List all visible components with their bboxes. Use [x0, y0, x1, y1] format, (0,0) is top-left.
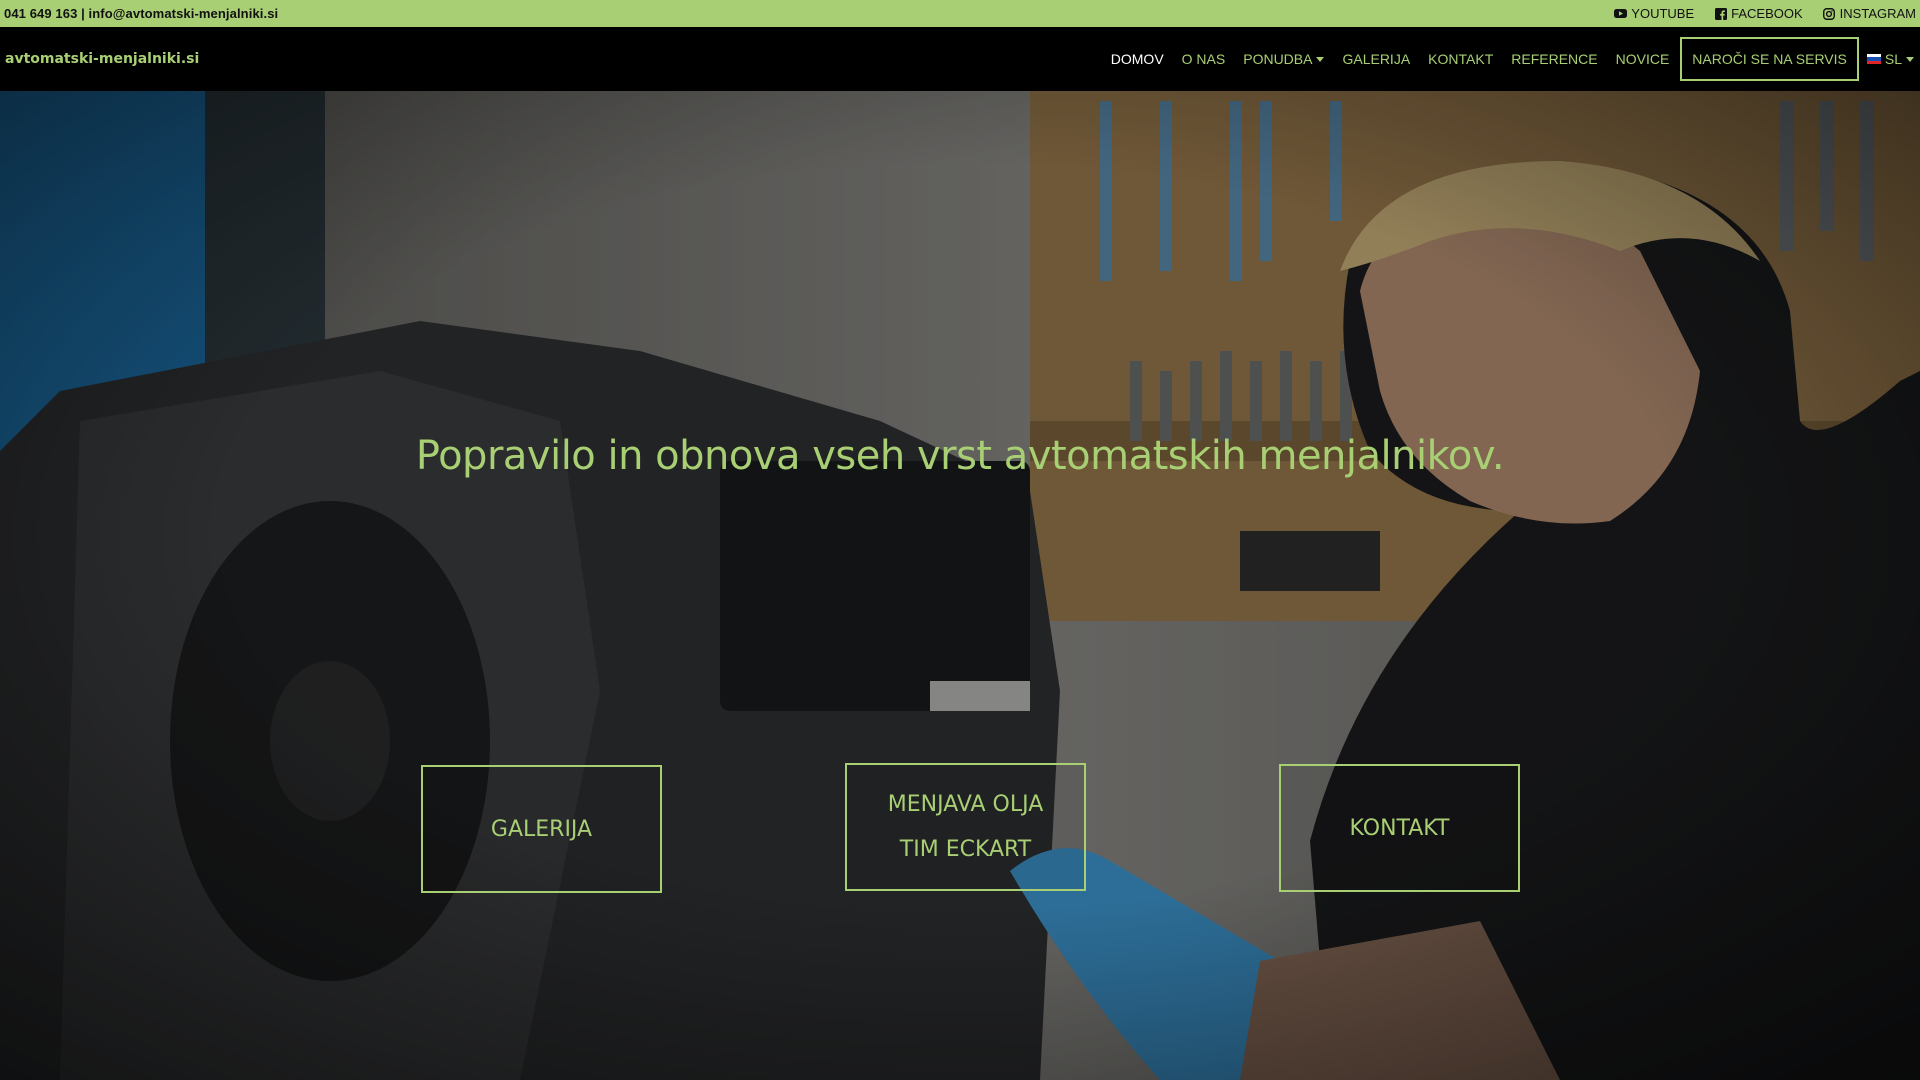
- contact-button-label: KONTAKT: [1349, 815, 1450, 841]
- main-nav: DOMOV O NAS PONUDBA GALERIJA KONTAKT REF…: [1102, 27, 1914, 91]
- caret-down-icon: [1906, 56, 1914, 62]
- hero-headline: Popravilo in obnova vseh vrst avtomatski…: [415, 433, 1505, 479]
- instagram-label: INSTAGRAM: [1839, 6, 1916, 21]
- book-service-button[interactable]: NAROČI SE NA SERVIS: [1680, 37, 1859, 81]
- language-selector[interactable]: SL: [1866, 51, 1914, 67]
- oil-change-button[interactable]: MENJAVA OLJA TIM ECKART: [845, 763, 1086, 891]
- facebook-icon: [1714, 7, 1727, 20]
- main-navbar: avtomatski-menjalniki.si DOMOV O NAS PON…: [0, 27, 1920, 91]
- site-brand[interactable]: avtomatski-menjalniki.si: [5, 51, 199, 67]
- nav-item-kontakt[interactable]: KONTAKT: [1419, 51, 1502, 67]
- caret-down-icon: [1316, 56, 1325, 62]
- nav-item-o-nas[interactable]: O NAS: [1173, 51, 1235, 67]
- facebook-label: FACEBOOK: [1731, 6, 1803, 21]
- top-contact-bar: 041 649 163 | info@avtomatski-menjalniki…: [0, 0, 1920, 27]
- facebook-link[interactable]: FACEBOOK: [1714, 6, 1803, 21]
- gallery-button-label: GALERIJA: [490, 816, 593, 842]
- nav-item-domov[interactable]: DOMOV: [1102, 51, 1173, 67]
- hero-overlay: [0, 91, 1920, 1080]
- oil-change-button-sublabel: TIM ECKART: [899, 837, 1032, 862]
- youtube-label: YOUTUBE: [1631, 6, 1695, 21]
- gallery-button[interactable]: GALERIJA: [421, 765, 662, 893]
- nav-item-ponudba[interactable]: PONUDBA: [1234, 51, 1333, 67]
- instagram-icon: [1823, 7, 1836, 20]
- nav-item-galerija[interactable]: GALERIJA: [1333, 51, 1419, 67]
- oil-change-button-label: MENJAVA OLJA: [887, 792, 1044, 817]
- youtube-link[interactable]: YOUTUBE: [1614, 6, 1694, 21]
- language-label: SL: [1884, 51, 1902, 67]
- contact-button[interactable]: KONTAKT: [1279, 764, 1520, 892]
- youtube-icon: [1614, 7, 1628, 20]
- social-links: YOUTUBE FACEBOOK INSTAGRAM: [1614, 6, 1916, 21]
- nav-item-novice[interactable]: NOVICE: [1607, 51, 1679, 67]
- contact-info[interactable]: 041 649 163 | info@avtomatski-menjalniki…: [4, 6, 278, 21]
- hero-section: Popravilo in obnova vseh vrst avtomatski…: [0, 91, 1920, 1080]
- nav-item-reference[interactable]: REFERENCE: [1502, 51, 1606, 67]
- instagram-link[interactable]: INSTAGRAM: [1823, 6, 1916, 21]
- nav-item-ponudba-label: PONUDBA: [1243, 51, 1313, 67]
- slovenia-flag-icon: [1866, 54, 1881, 64]
